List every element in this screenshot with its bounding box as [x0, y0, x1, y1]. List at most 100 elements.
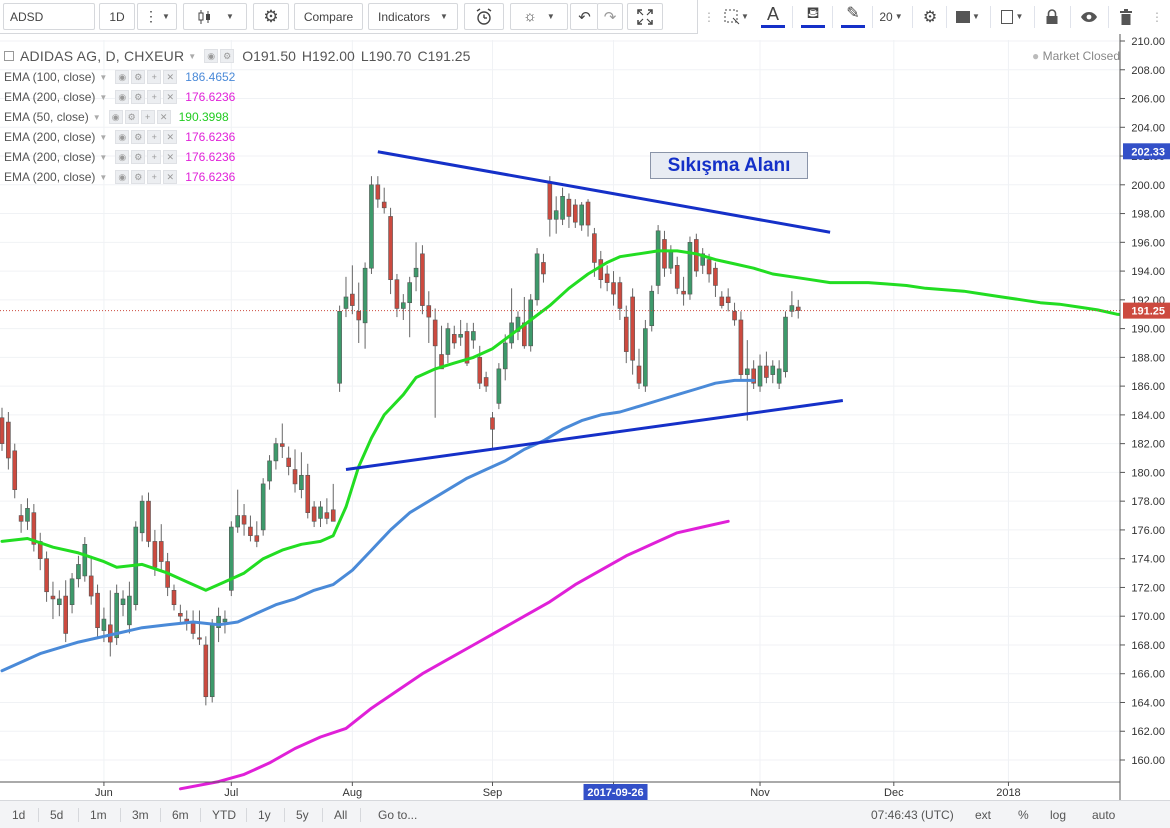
range-button-5d[interactable]: 5d	[50, 805, 63, 825]
price-tick-label: 184.00	[1131, 410, 1165, 422]
candle	[598, 250, 604, 289]
legend-row[interactable]: EMA (100, close) ▼ ◉ ⚙ + ✕ 186.4652	[4, 68, 235, 86]
fullscreen-button[interactable]	[627, 3, 663, 30]
symbol-search-input[interactable]: ADSD	[3, 3, 95, 30]
candle-body	[44, 558, 49, 593]
candle	[420, 245, 425, 315]
range-button-1m[interactable]: 1m	[90, 805, 107, 825]
trendline-lower[interactable]	[345, 399, 844, 472]
close-icon[interactable]: ✕	[163, 90, 178, 104]
replay-button[interactable]: ☼ ▼	[510, 3, 568, 30]
legend-row[interactable]: EMA (200, close) ▼ ◉ ⚙ + ✕ 176.6236	[4, 128, 235, 146]
visual-order-button[interactable]: ▼	[950, 3, 986, 30]
caret-down-icon[interactable]: ▼	[99, 173, 107, 182]
plus-icon[interactable]: +	[147, 150, 162, 164]
gear-icon[interactable]: ⚙	[124, 110, 139, 124]
line-color-button[interactable]: ✎	[838, 3, 868, 30]
gear-icon[interactable]: ⚙	[131, 70, 146, 84]
caret-down-icon[interactable]: ▼	[93, 113, 101, 122]
time-axis[interactable]: Jun Jul Aug Sep 2017-09-26 Nov Dec 2018	[0, 781, 1120, 800]
interval-button[interactable]: 1D	[99, 3, 135, 30]
range-button-1y[interactable]: 1y	[258, 805, 271, 825]
plus-icon[interactable]: +	[147, 70, 162, 84]
legend-indicator-value: 176.6236	[185, 170, 236, 184]
range-button-3m[interactable]: 3m	[132, 805, 149, 825]
scale-option-auto[interactable]: auto	[1092, 805, 1115, 825]
plus-icon[interactable]: +	[140, 110, 155, 124]
annotation-callout[interactable]: Sıkışma Alanı	[650, 152, 808, 179]
lock-icon	[1046, 8, 1058, 24]
more-button[interactable]: ⋮	[1148, 3, 1166, 30]
caret-down-icon[interactable]: ▼	[99, 133, 107, 142]
close-icon[interactable]: ✕	[163, 70, 178, 84]
settings-button[interactable]: ⚙	[253, 3, 289, 30]
caret-down-icon[interactable]: ▼	[99, 93, 107, 102]
eye-icon[interactable]: ◉	[115, 150, 130, 164]
lock-button[interactable]	[1038, 3, 1066, 30]
eye-icon[interactable]: ◉	[115, 90, 130, 104]
caret-down-icon[interactable]: ▼	[99, 73, 107, 82]
font-size-button[interactable]: 20 ▼	[876, 3, 906, 30]
legend-row[interactable]: EMA (200, close) ▼ ◉ ⚙ + ✕ 176.6236	[4, 148, 235, 166]
legend-row[interactable]: EMA (50, close) ▼ ◉ ⚙ + ✕ 190.3998	[4, 108, 229, 126]
text-color-button[interactable]: A	[758, 3, 788, 30]
gear-icon[interactable]: ⚙	[131, 130, 146, 144]
delete-button[interactable]	[1112, 3, 1140, 30]
plus-icon[interactable]: +	[147, 170, 162, 184]
fill-color-button[interactable]: ⛾	[798, 3, 828, 30]
interval-menu-button[interactable]: ⋮ ▼	[137, 3, 177, 30]
redo-button[interactable]: ↷	[597, 3, 623, 30]
drawing-settings-button[interactable]: ⚙	[916, 3, 944, 30]
drag-handle[interactable]: ⋮	[702, 3, 716, 30]
range-button-1d[interactable]: 1d	[12, 805, 25, 825]
eye-icon[interactable]: ◉	[204, 49, 219, 63]
indicators-button[interactable]: Indicators ▼	[368, 3, 458, 30]
legend-row[interactable]: EMA (200, close) ▼ ◉ ⚙ + ✕ 176.6236	[4, 88, 235, 106]
gear-icon[interactable]: ⚙	[220, 49, 235, 63]
candle-body	[426, 305, 432, 318]
close-icon[interactable]: ✕	[163, 130, 178, 144]
eye-icon[interactable]: ◉	[115, 130, 130, 144]
eye-icon[interactable]: ◉	[115, 70, 130, 84]
caret-down-icon[interactable]: ▼	[188, 52, 196, 61]
range-button-ytd[interactable]: YTD	[212, 805, 236, 825]
alert-button[interactable]	[464, 3, 504, 30]
chart-style-button[interactable]: ▼	[183, 3, 247, 30]
text-color-swatch	[761, 25, 785, 28]
candle	[751, 360, 756, 389]
clone-button[interactable]: ▼	[994, 3, 1030, 30]
gear-icon[interactable]: ⚙	[131, 90, 146, 104]
collapse-icon[interactable]	[4, 51, 14, 61]
gear-icon[interactable]: ⚙	[131, 150, 146, 164]
close-icon[interactable]: ✕	[163, 150, 178, 164]
redo-icon: ↷	[603, 8, 617, 26]
candle-body	[471, 331, 476, 341]
range-button-6m[interactable]: 6m	[172, 805, 189, 825]
price-axis[interactable]: 160.00 162.00 164.00 166.00 168.00 170.00 172.…	[1119, 34, 1170, 800]
candle-body	[158, 541, 164, 562]
scale-option-log[interactable]: log	[1050, 805, 1066, 825]
clock-time[interactable]: 07:46:43 (UTC)	[871, 805, 954, 825]
compare-button[interactable]: Compare	[294, 3, 363, 30]
caret-down-icon[interactable]: ▼	[99, 153, 107, 162]
plus-icon[interactable]: +	[147, 130, 162, 144]
price-tick-label: 200.00	[1131, 180, 1165, 192]
select-region-button[interactable]: ▼	[718, 3, 754, 30]
range-button-5y[interactable]: 5y	[296, 805, 309, 825]
gear-icon[interactable]: ⚙	[131, 170, 146, 184]
range-button-all[interactable]: All	[334, 805, 347, 825]
eye-icon[interactable]: ◉	[115, 170, 130, 184]
legend-row[interactable]: EMA (200, close) ▼ ◉ ⚙ + ✕ 176.6236	[4, 168, 235, 186]
undo-button[interactable]: ↶	[570, 3, 598, 30]
hide-button[interactable]	[1074, 3, 1104, 30]
caret-down-icon: ▼	[894, 12, 903, 21]
time-tick-label: Aug	[343, 787, 363, 799]
close-icon[interactable]: ✕	[163, 170, 178, 184]
plus-icon[interactable]: +	[147, 90, 162, 104]
eye-icon[interactable]: ◉	[108, 110, 123, 124]
scale-option-percent[interactable]: %	[1018, 805, 1029, 825]
scale-option-ext[interactable]: ext	[975, 805, 991, 825]
close-icon[interactable]: ✕	[156, 110, 171, 124]
candle-body	[190, 621, 196, 634]
goto-date-button[interactable]: Go to...	[378, 805, 417, 825]
